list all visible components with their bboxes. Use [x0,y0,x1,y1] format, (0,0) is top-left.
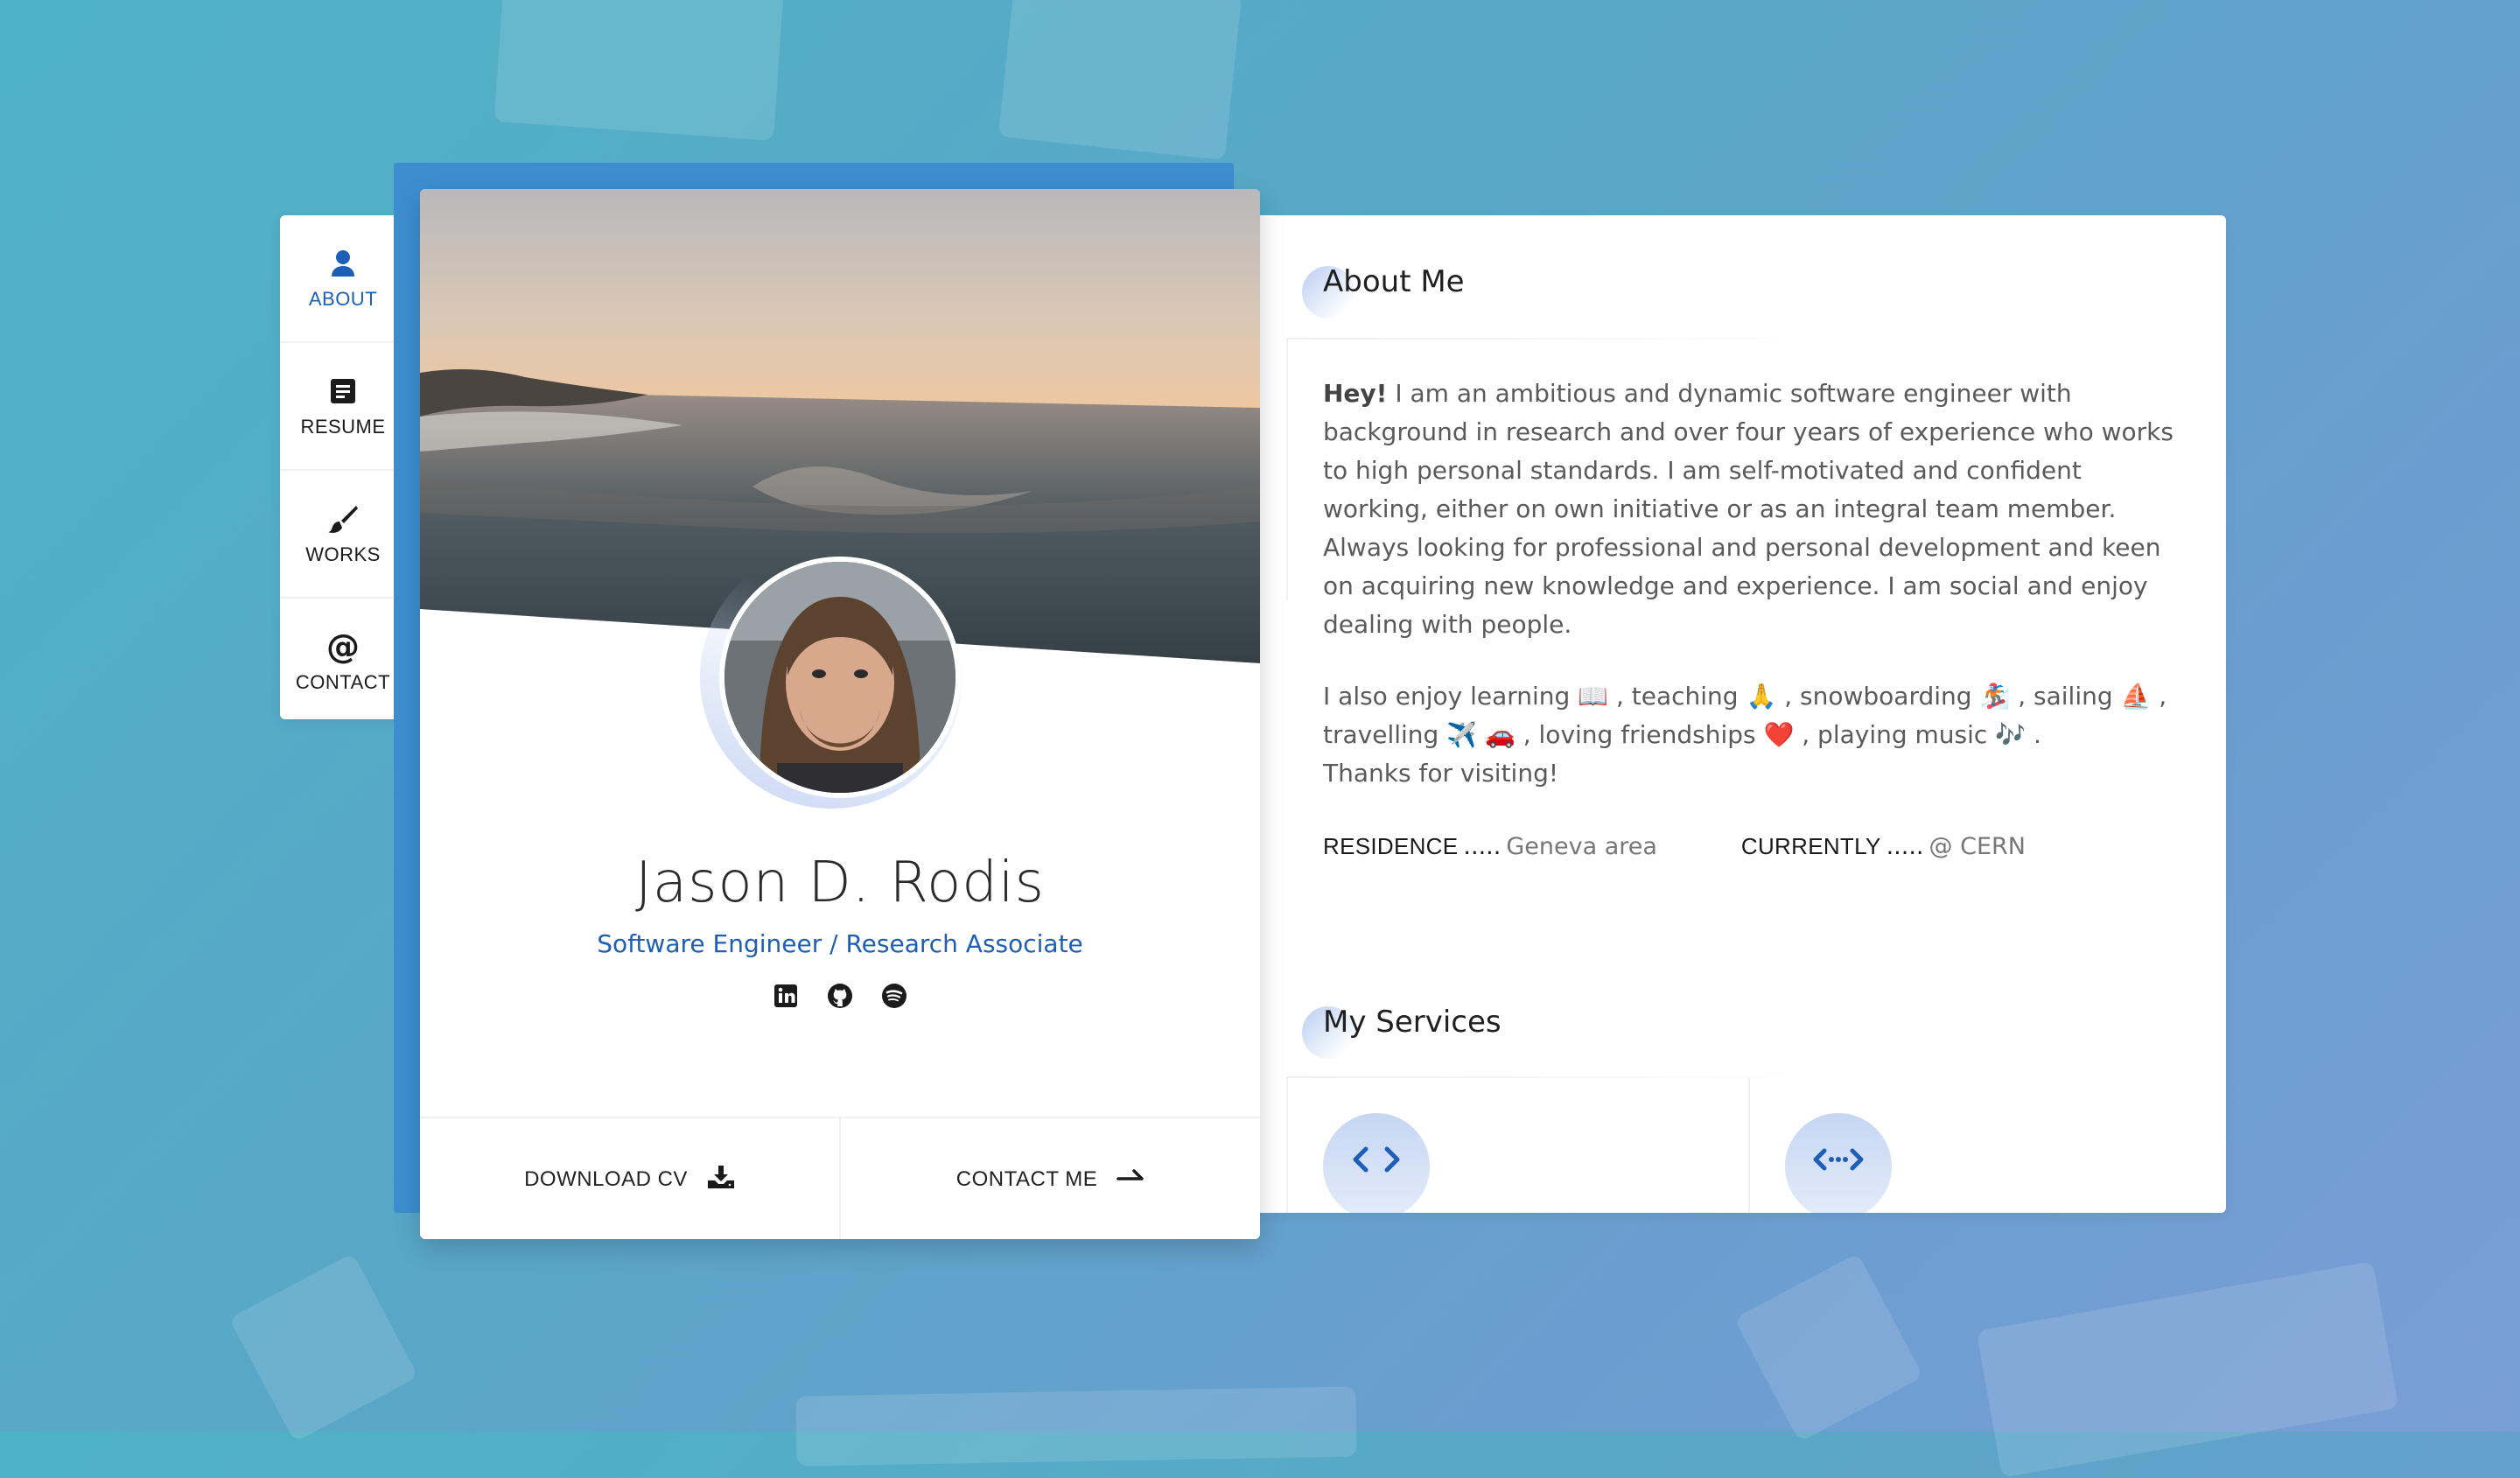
section-title-services: My Services [1323,1005,1502,1040]
content-panel: About Me Hey! I am an ambitious and dyna… [1260,215,2226,1213]
nav-label: CONTACT [295,671,391,693]
service-item [1748,1078,2210,1213]
background-square [1733,1252,1924,1443]
fact-value: Geneva area [1506,833,1657,860]
contact-me-button[interactable]: CONTACT ME [839,1118,1260,1239]
avatar [719,557,961,798]
background-square [1976,1261,2399,1478]
arrow-right-icon [1116,1167,1144,1192]
download-icon [707,1165,735,1195]
spotify-icon[interactable] [880,982,908,1010]
profile-card: Jason D. Rodis Software Engineer / Resea… [420,189,1260,1239]
nav-item-contact[interactable]: @ CONTACT [280,599,406,725]
nav-item-about[interactable]: ABOUT [280,215,406,343]
nav-item-works[interactable]: WORKS [280,471,406,599]
fact-label: CURRENTLY [1740,833,1881,859]
contact-me-label: CONTACT ME [956,1167,1098,1191]
service-item [1286,1078,1748,1213]
profile-role: Software Engineer / Research Associate [597,929,1083,958]
paintbrush-icon [326,501,360,536]
divider [1286,338,1288,600]
background-square [998,0,1242,161]
facts-row: RESIDENCE..... Geneva area CURRENTLY.....… [1323,833,2026,860]
about-paragraph: Hey! I am an ambitious and dynamic softw… [1323,375,2189,644]
fact-currently: CURRENTLY..... @ CERN [1741,833,2026,860]
about-hobbies: I also enjoy learning 📖 , teaching 🙏 , s… [1323,677,2189,793]
avatar-portrait [724,562,956,793]
nav-label: RESUME [300,416,386,438]
at-sign-icon: @ [326,627,360,666]
about-intro: I am an ambitious and dynamic software e… [1323,379,2174,639]
fact-label: RESIDENCE [1323,833,1459,859]
greeting: Hey! [1323,379,1388,408]
code-icon [1323,1113,1430,1213]
fact-residence: RESIDENCE..... Geneva area [1323,833,1657,860]
nav-label: ABOUT [308,288,378,310]
thanks-text: Thanks for visiting! [1323,759,1559,788]
linkedin-icon[interactable] [772,982,800,1010]
background-square [228,1252,419,1443]
hobbies-line: travelling ✈️ 🚗 , loving friendships ❤️ … [1323,720,2041,749]
nav-label: WORKS [305,543,381,565]
background-square [795,1386,1357,1467]
section-title-about: About Me [1323,264,1465,299]
code-arrows-icon [1785,1113,1892,1213]
services-grid [1286,1078,2226,1213]
download-cv-button[interactable]: DOWNLOAD CV [420,1118,839,1239]
github-icon[interactable] [826,982,854,1010]
about-text: Hey! I am an ambitious and dynamic softw… [1323,375,2189,826]
user-icon [326,246,360,281]
social-links [420,982,1260,1010]
side-navigation: ABOUT RESUME WORKS @ CONTACT [280,215,406,719]
background-square [494,0,784,141]
card-actions: DOWNLOAD CV CONTACT ME [420,1117,1260,1239]
download-cv-label: DOWNLOAD CV [524,1167,688,1191]
divider [1286,338,1829,340]
fact-dots: ..... [1886,833,1924,860]
hobbies-line: I also enjoy learning 📖 , teaching 🙏 , s… [1323,682,2167,711]
document-icon [326,374,360,409]
fact-value: @ CERN [1928,833,2026,860]
profile-name: Jason D. Rodis [635,851,1045,915]
nav-item-resume[interactable]: RESUME [280,343,406,471]
fact-dots: ..... [1463,833,1502,860]
